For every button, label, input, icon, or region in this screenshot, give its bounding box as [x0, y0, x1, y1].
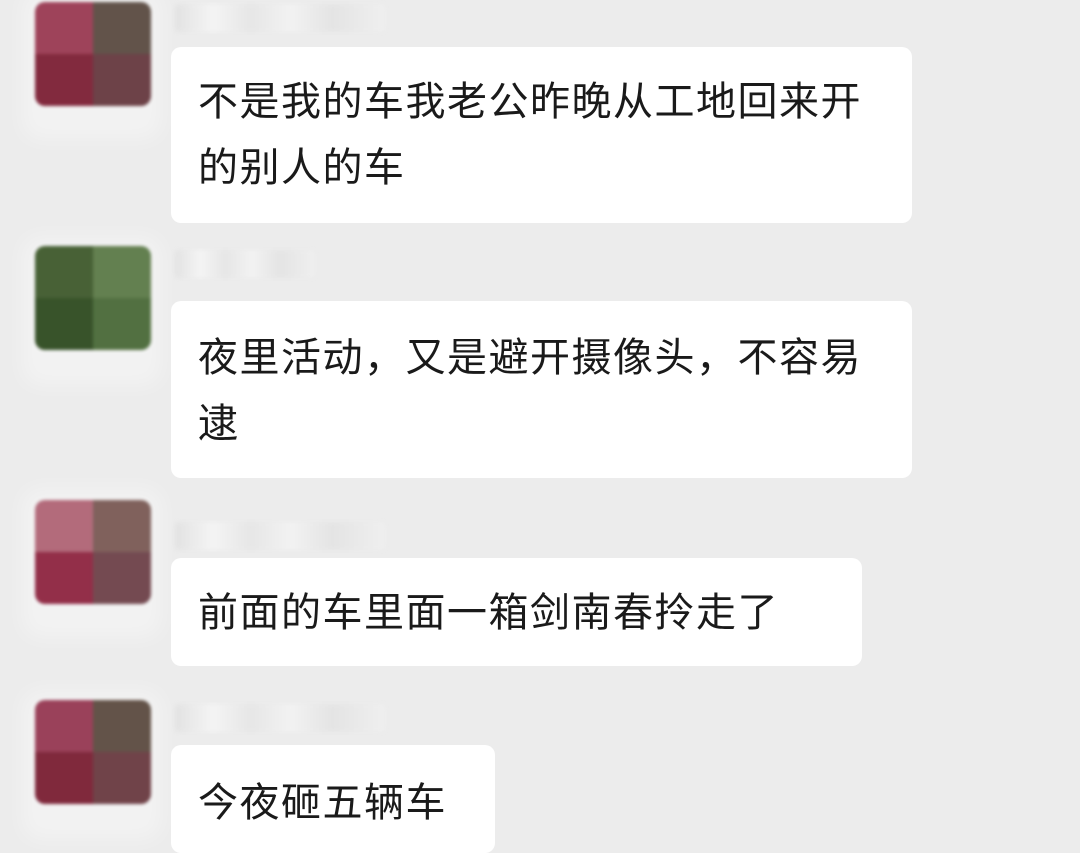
message-text: 前面的车里面一箱剑南春拎走了: [198, 590, 779, 636]
avatar[interactable]: [35, 700, 151, 804]
avatar[interactable]: [35, 2, 151, 106]
message-bubble[interactable]: 不是我的车我老公昨晚从工地回来开的别人的车: [171, 47, 912, 223]
avatar[interactable]: [35, 500, 151, 604]
sender-nickname-blurred: [175, 522, 385, 550]
message-bubble[interactable]: 前面的车里面一箱剑南春拎走了: [171, 558, 862, 666]
message-text: 不是我的车我老公昨晚从工地回来开的别人的车: [198, 79, 862, 191]
message-text: 今夜砸五辆车: [198, 780, 447, 826]
sender-nickname-blurred: [175, 250, 315, 278]
message-bubble[interactable]: 夜里活动，又是避开摄像头，不容易逮: [171, 301, 912, 478]
sender-nickname-blurred: [175, 4, 385, 32]
chat-conversation: 不是我的车我老公昨晚从工地回来开的别人的车 夜里活动，又是避开摄像头，不容易逮 …: [0, 0, 1080, 853]
message-text: 夜里活动，又是避开摄像头，不容易逮: [198, 335, 862, 447]
message-bubble[interactable]: 今夜砸五辆车: [171, 745, 495, 853]
sender-nickname-blurred: [175, 704, 385, 732]
avatar[interactable]: [35, 246, 151, 350]
